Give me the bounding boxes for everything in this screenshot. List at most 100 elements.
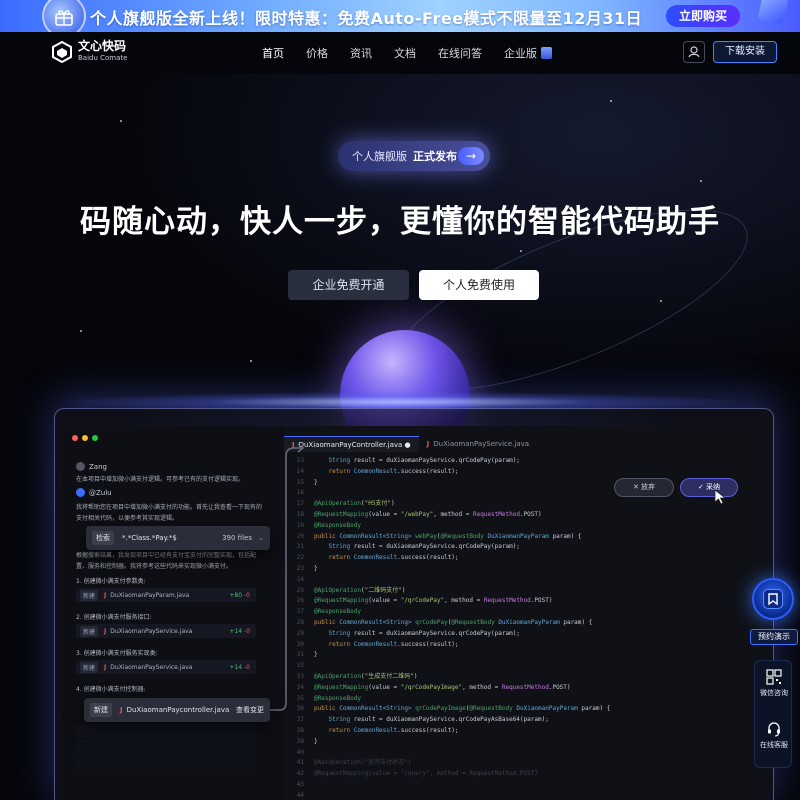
logo-name: 文心快码 <box>78 39 127 53</box>
personal-free-button[interactable]: 个人免费使用 <box>419 270 539 300</box>
file-row[interactable]: 新建 J DuXiaomanPayService.java +14 -0 <box>76 660 256 674</box>
download-button[interactable]: 下载安装 <box>713 41 777 63</box>
diff-add: +14 <box>229 627 243 635</box>
book-demo-button[interactable]: 预约演示 <box>750 629 798 645</box>
window-controls <box>72 435 102 441</box>
file-diff: +14 -0 <box>229 664 250 671</box>
search-query: *.*Class.*Pay.*$ <box>122 534 177 542</box>
tab-service[interactable]: J DuXiaomanPayService.java <box>419 436 537 452</box>
release-pill[interactable]: 个人旗舰版 正式发布 → <box>338 141 490 171</box>
new-file-name: DuXiaomanPaycontroller.java <box>126 706 230 714</box>
file-tag: 新建 <box>80 625 99 637</box>
connector-arrow <box>270 443 305 711</box>
wechat-consult-button[interactable]: 微信咨询 <box>755 669 793 698</box>
user-icon <box>688 46 700 58</box>
top-nav: 文心快码 Baidu Comate 首页 价格 资讯 文档 在线问答 企业版 下… <box>0 32 800 74</box>
file-row-faded <box>76 724 256 738</box>
agent-avatar <box>76 488 85 497</box>
promo-banner[interactable]: 个人旗舰版全新上线！限时特惠：免费Auto-Free模式不限量至12月31日 立… <box>0 0 800 32</box>
enterprise-badge-icon <box>541 47 552 59</box>
code-content: String result = duXiaomanPayService.qrCo… <box>314 457 611 778</box>
step-4: 4. 创建微小满支付控制器: <box>76 686 146 693</box>
nav-qa[interactable]: 在线问答 <box>438 45 482 61</box>
chat-agent-message-2: 根据搜索结果，我发现项目中已经有支付宝支付的完整实现，包括配置、服务和控制器。我… <box>76 552 257 570</box>
headset-icon <box>768 722 780 737</box>
nav-home[interactable]: 首页 <box>262 45 284 61</box>
file-diff: +80 -0 <box>229 592 250 599</box>
logo[interactable]: 文心快码 Baidu Comate <box>52 40 127 63</box>
chat-agent-name: @Zulu <box>89 488 112 497</box>
logo-subname: Baidu Comate <box>78 54 128 62</box>
side-toolbar: 微信咨询 在线客服 <box>754 660 792 768</box>
maximize-dot-icon <box>92 435 98 441</box>
diff-add: +80 <box>229 591 243 599</box>
java-icon: J <box>104 663 107 671</box>
file-name: DuXiaomanPayService.java <box>110 627 193 635</box>
search-tag: 检索 <box>92 531 114 545</box>
search-popup[interactable]: 检索 *.*Class.*Pay.*$ 390 files ⌄ <box>86 526 270 550</box>
nav-docs[interactable]: 文档 <box>394 45 416 61</box>
diff-add: +14 <box>229 663 243 671</box>
file-tag: 新建 <box>80 589 99 601</box>
new-file-popup[interactable]: 新建 J DuXiaomanPaycontroller.java 查看变更 <box>84 698 270 722</box>
file-name: DuXiaomanPayService.java <box>110 663 193 671</box>
chat-agent-message: 我将帮助您在项目中增加微小满支付的功能。首先让我查看一下现有的支付相关代码，以便… <box>76 504 263 522</box>
diff-del: -0 <box>244 627 250 635</box>
tab-label: DuXiaomanPayController.java <box>298 441 403 449</box>
pill-status: 正式发布 <box>413 150 457 163</box>
nav-news[interactable]: 资讯 <box>350 45 372 61</box>
search-count: 390 files <box>222 534 252 542</box>
chat-agent: @Zulu <box>76 488 112 497</box>
file-row-faded <box>76 740 256 754</box>
accept-button[interactable]: ✓ 采纳 <box>680 478 738 497</box>
bookmark-icon <box>763 589 783 609</box>
chevron-down-icon[interactable]: ⌄ <box>258 534 264 542</box>
diff-del: -0 <box>244 663 250 671</box>
file-name: DuXiaomanPayParam.java <box>110 591 190 599</box>
file-row-faded <box>76 756 256 770</box>
discard-button[interactable]: ✕ 放弃 <box>614 478 674 497</box>
enterprise-free-button[interactable]: 企业免费开通 <box>288 270 409 300</box>
hero-headline: 码随心动，快人一步，更懂你的智能代码助手 <box>80 204 720 240</box>
editor-tabs: J DuXiaomanPayController.java ● J DuXiaoma… <box>284 436 537 452</box>
chat-user-message: 在本项目中增加微小满支付逻辑。可参考已有的支付逻辑实现。 <box>76 476 245 483</box>
qrcode-icon <box>766 669 782 685</box>
cursor-icon <box>714 489 727 505</box>
minimize-dot-icon <box>82 435 88 441</box>
nav-links: 首页 价格 资讯 文档 在线问答 企业版 <box>262 45 574 61</box>
online-service-button[interactable]: 在线客服 <box>755 721 793 750</box>
gift-icon <box>42 0 86 32</box>
arrow-right-icon: → <box>458 147 484 165</box>
step-3: 3. 创建微小满支付服务实现类: <box>76 650 158 657</box>
user-button[interactable] <box>683 41 705 63</box>
promo-text: 个人旗舰版全新上线！限时特惠：免费Auto-Free模式不限量至12月31日 <box>90 9 643 28</box>
nav-pricing[interactable]: 价格 <box>306 45 328 61</box>
java-icon: J <box>104 627 107 635</box>
chat-user: Zang <box>76 462 107 471</box>
diff-del: -0 <box>244 591 250 599</box>
file-row[interactable]: 新建 J DuXiaomanPayParam.java +80 -0 <box>76 588 256 602</box>
new-tag: 新建 <box>90 703 112 717</box>
tab-label: DuXiaomanPayService.java <box>433 440 530 448</box>
step-1: 1. 创建微小满支付参数类: <box>76 578 146 585</box>
java-icon: J <box>426 440 430 448</box>
step-2: 2. 创建微小满支付服务接口: <box>76 614 152 621</box>
nav-enterprise[interactable]: 企业版 <box>504 45 552 61</box>
view-changes-link[interactable]: 查看变更 <box>236 705 264 715</box>
wechat-consult-label: 微信咨询 <box>760 689 788 697</box>
avatar <box>76 462 85 471</box>
online-service-label: 在线客服 <box>760 741 788 749</box>
buy-now-button[interactable]: 立即购买 <box>666 5 740 27</box>
close-dot-icon <box>72 435 78 441</box>
pill-edition: 个人旗舰版 <box>352 150 407 163</box>
ai-assistant-button[interactable] <box>752 578 794 620</box>
file-tag: 新建 <box>80 661 99 673</box>
chat-panel: Zang 在本项目中增加微小满支付逻辑。可参考已有的支付逻辑实现。 @Zulu … <box>62 450 270 800</box>
java-icon: J <box>120 706 123 714</box>
nav-enterprise-label: 企业版 <box>504 47 537 60</box>
chat-user-name: Zang <box>89 462 107 471</box>
comate-logo-icon <box>52 40 72 63</box>
file-diff: +14 -0 <box>229 628 250 635</box>
badge-icon <box>757 0 789 25</box>
file-row[interactable]: 新建 J DuXiaomanPayService.java +14 -0 <box>76 624 256 638</box>
